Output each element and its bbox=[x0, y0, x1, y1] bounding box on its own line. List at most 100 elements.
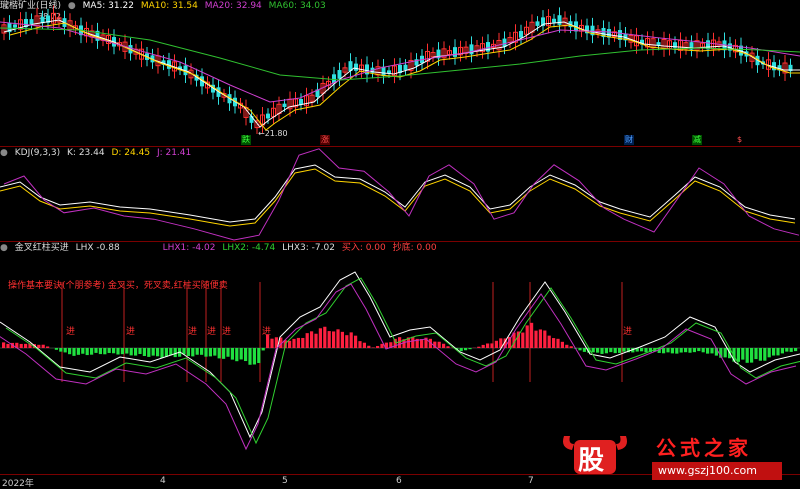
lhx-histogram-bar bbox=[292, 339, 295, 348]
lhx-histogram-bar bbox=[772, 348, 775, 356]
lhx-histogram-bar bbox=[460, 348, 463, 351]
lhx2-line bbox=[6, 278, 800, 443]
lhx-histogram-bar bbox=[746, 348, 749, 363]
candlestick-chart[interactable] bbox=[0, 0, 800, 146]
lhx-histogram-bar bbox=[222, 348, 225, 359]
lhx-histogram-bar bbox=[411, 337, 414, 348]
lhx-histogram-bar bbox=[693, 348, 696, 352]
ma10-line bbox=[10, 23, 800, 130]
lhx-histogram-bar bbox=[297, 338, 300, 348]
lhx-histogram-bar bbox=[64, 348, 67, 352]
ma10-value: MA10: 31.54 bbox=[141, 1, 198, 11]
lhx-histogram-bar bbox=[794, 348, 797, 351]
lhx-histogram-bar bbox=[319, 328, 322, 348]
lhx-histogram-bar bbox=[125, 348, 128, 354]
stock-title: 瓏楷矿业(日线) bbox=[0, 1, 61, 11]
ma-icon: ● bbox=[68, 1, 76, 11]
lhx-histogram-bar bbox=[706, 348, 709, 354]
lhx-histogram-bar bbox=[46, 346, 49, 348]
lhx-histogram-bar bbox=[561, 342, 564, 348]
candle-body bbox=[299, 99, 303, 105]
candle-body bbox=[266, 114, 270, 119]
lhx-histogram-bar bbox=[578, 348, 581, 350]
lhx-histogram-bar bbox=[490, 343, 493, 348]
lhx-histogram-bar bbox=[253, 348, 256, 364]
lhx-histogram-bar bbox=[204, 348, 207, 357]
lhx-histogram-bar bbox=[262, 348, 265, 350]
kdj-panel[interactable]: ● KDJ(9,3,3) K: 23.44 D: 24.45 J: 21.41 bbox=[0, 147, 800, 241]
lhx-header: ● 金叉红柱买进 LHX -0.88 LHX1: -4.02 LHX2: -4.… bbox=[0, 242, 441, 255]
lhx-histogram-bar bbox=[790, 348, 793, 352]
kdj-j: J: 21.41 bbox=[157, 148, 191, 158]
lhx-histogram-bar bbox=[785, 348, 788, 352]
kdj-d: D: 24.45 bbox=[111, 148, 150, 158]
candle-body bbox=[453, 47, 457, 57]
lhx3-value: LHX3: -7.02 bbox=[282, 243, 335, 253]
axis-label-may: 5 bbox=[282, 476, 288, 486]
lhx-histogram-bar bbox=[306, 333, 309, 348]
lhx-histogram-bar bbox=[754, 348, 757, 359]
lhx-histogram-bar bbox=[697, 348, 700, 351]
lhx-histogram-bar bbox=[640, 348, 643, 351]
lhx-histogram-bar bbox=[196, 348, 199, 355]
lhx-histogram-bar bbox=[363, 343, 366, 348]
lhx-histogram-bar bbox=[482, 345, 485, 348]
lhx-histogram-bar bbox=[768, 348, 771, 357]
lhx-histogram-bar bbox=[108, 348, 111, 353]
lhx-histogram-bar bbox=[138, 348, 141, 354]
lhx-histogram-bar bbox=[486, 343, 489, 348]
lhx-histogram-bar bbox=[314, 334, 317, 348]
ma20-value: MA20: 32.94 bbox=[205, 1, 262, 11]
lhx-histogram-bar bbox=[380, 344, 383, 348]
lhx-histogram-bar bbox=[680, 348, 683, 353]
candle-body bbox=[552, 19, 556, 23]
axis-label-year: 2022年 bbox=[2, 476, 34, 489]
lhx-histogram-bar bbox=[231, 348, 234, 360]
lhx2-value: LHX2: -4.74 bbox=[222, 243, 275, 253]
lhx-histogram-bar bbox=[336, 329, 339, 348]
lhx-histogram-bar bbox=[688, 348, 691, 353]
lhx-histogram-bar bbox=[552, 338, 555, 348]
lhx-histogram-bar bbox=[781, 348, 784, 353]
lhx-histogram-bar bbox=[244, 348, 247, 361]
lhx-histogram-bar bbox=[446, 346, 449, 348]
candle-body bbox=[283, 104, 287, 107]
buy-value: 买入: 0.00 bbox=[342, 243, 386, 253]
lhx-histogram-bar bbox=[367, 346, 370, 348]
site-watermark: 股 公式之家 www.gszj100.com bbox=[556, 426, 796, 484]
lhx-histogram-bar bbox=[666, 348, 669, 352]
lhx-histogram-bar bbox=[86, 348, 89, 355]
candle-body bbox=[354, 64, 358, 71]
lhx-histogram-bar bbox=[741, 348, 744, 360]
kdj-name: KDJ(9,3,3) bbox=[15, 148, 60, 158]
lhx-histogram-bar bbox=[288, 341, 291, 348]
lhx-histogram-bar bbox=[684, 348, 687, 352]
lhx-histogram-bar bbox=[209, 348, 212, 356]
lhx-histogram-bar bbox=[328, 331, 331, 348]
lhx-histogram-bar bbox=[2, 342, 5, 348]
kdj-k: K: 23.44 bbox=[67, 148, 105, 158]
candle-body bbox=[470, 44, 474, 54]
site-url: www.gszj100.com bbox=[658, 464, 757, 477]
kdj-chart[interactable] bbox=[0, 147, 800, 241]
lhx-histogram-bar bbox=[81, 348, 84, 354]
site-name: 公式之家 bbox=[656, 432, 752, 461]
lhx-histogram-bar bbox=[165, 348, 168, 357]
lhx-histogram-bar bbox=[565, 345, 568, 348]
candle-body bbox=[519, 31, 523, 38]
bottom-value: 抄底: 0.00 bbox=[393, 243, 437, 253]
ma5-value: MA5: 31.22 bbox=[83, 1, 134, 11]
lhx-histogram-bar bbox=[438, 342, 441, 348]
price-panel[interactable]: 瓏楷矿业(日线) ● MA5: 31.22 MA10: 31.54 MA20: … bbox=[0, 0, 800, 146]
axis-label-jun: 6 bbox=[396, 476, 402, 486]
lhx-histogram-bar bbox=[702, 348, 705, 352]
kdj-icon: ● bbox=[0, 148, 8, 158]
lhx-histogram-bar bbox=[248, 348, 251, 365]
lhx-histogram-bar bbox=[583, 348, 586, 352]
lhx-histogram-bar bbox=[737, 348, 740, 362]
lhx-histogram-bar bbox=[776, 348, 779, 355]
lhx-histogram-bar bbox=[301, 338, 304, 348]
lhx-histogram-bar bbox=[609, 348, 612, 352]
lhx-histogram-bar bbox=[526, 325, 529, 348]
lhx-histogram-bar bbox=[68, 348, 71, 354]
